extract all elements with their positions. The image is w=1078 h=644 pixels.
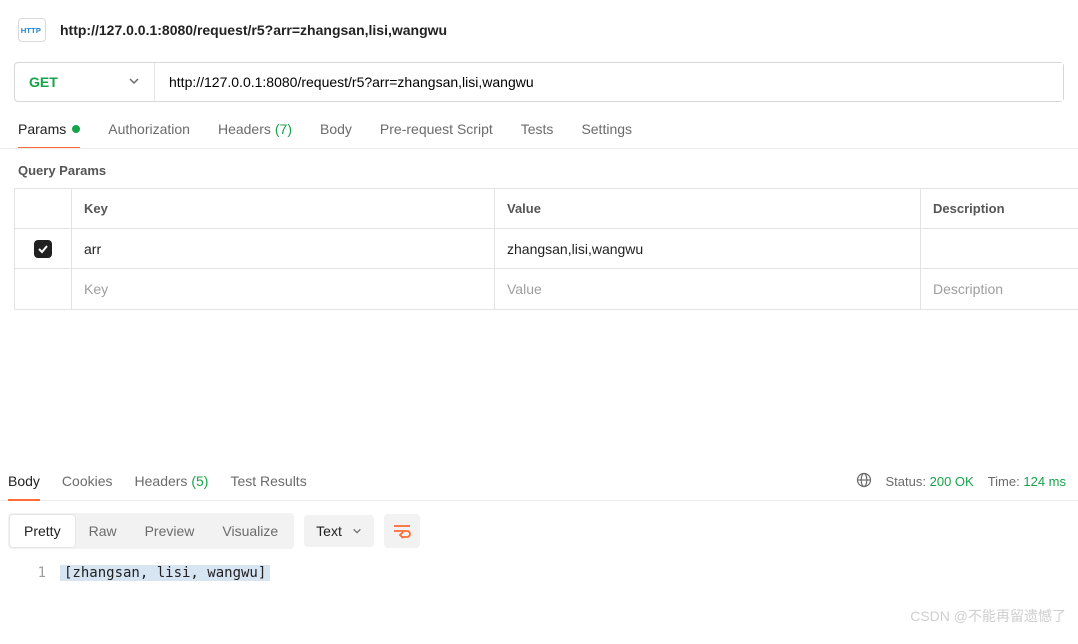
http-icon: HTTP [18, 18, 46, 42]
th-key: Key [72, 189, 495, 228]
time-value: 124 ms [1023, 474, 1066, 489]
tab-tests[interactable]: Tests [521, 121, 554, 149]
watermark: CSDN @不能再留遗憾了 [910, 606, 1066, 626]
globe-icon[interactable] [856, 472, 872, 491]
format-label: Text [316, 523, 342, 539]
tab-settings[interactable]: Settings [581, 121, 632, 149]
new-key-input[interactable]: Key [72, 269, 495, 309]
th-description: Description [921, 189, 1078, 228]
status-block[interactable]: Status: 200 OK [886, 474, 974, 489]
tab-params[interactable]: Params [18, 121, 80, 149]
response-body: 1 [zhangsan, lisi, wangwu] [0, 561, 1078, 585]
tab-prerequest[interactable]: Pre-request Script [380, 121, 493, 149]
new-check [14, 269, 72, 309]
view-visualize-button[interactable]: Visualize [208, 515, 292, 547]
wrap-lines-button[interactable] [384, 514, 420, 548]
chevron-down-icon [128, 74, 140, 90]
response-status: Status: 200 OK Time: 124 ms [856, 472, 1066, 497]
chevron-down-icon [352, 523, 362, 539]
line-number: 1 [0, 565, 60, 581]
row-key[interactable]: arr [72, 229, 495, 268]
resp-tab-body[interactable]: Body [8, 469, 40, 501]
request-url-bar: GET [14, 62, 1064, 102]
status-label: Status: [886, 474, 926, 489]
resp-tab-cookies[interactable]: Cookies [62, 469, 113, 501]
resp-tab-test-results[interactable]: Test Results [230, 469, 306, 501]
tab-body[interactable]: Body [320, 121, 352, 149]
tab-headers-label: Headers [218, 121, 271, 137]
resp-headers-count: (5) [191, 473, 208, 489]
params-active-dot-icon [72, 125, 80, 133]
time-block[interactable]: Time: 124 ms [988, 474, 1066, 489]
table-row-new[interactable]: Key Value Description [14, 269, 1078, 309]
tab-authorization[interactable]: Authorization [108, 121, 190, 149]
row-desc[interactable] [921, 229, 1078, 268]
time-label: Time: [988, 474, 1020, 489]
status-value: 200 OK [930, 474, 974, 489]
svg-text:HTTP: HTTP [21, 26, 41, 35]
th-value: Value [495, 189, 921, 228]
tab-params-label: Params [18, 121, 66, 137]
method-label: GET [29, 74, 58, 90]
query-params-table: Key Value Description arr zhangsan,lisi,… [14, 188, 1078, 310]
request-header-row: HTTP http://127.0.0.1:8080/request/r5?ar… [0, 0, 1078, 58]
view-raw-button[interactable]: Raw [75, 515, 131, 547]
response-view-toolbar: Pretty Raw Preview Visualize Text [0, 501, 1078, 561]
table-header-row: Key Value Description [14, 189, 1078, 229]
headers-count: (7) [275, 121, 292, 137]
resp-headers-label: Headers [135, 473, 188, 489]
row-checkbox-cell[interactable] [14, 229, 72, 268]
spacer [0, 310, 1078, 468]
new-desc-input[interactable]: Description [921, 269, 1078, 309]
th-check [14, 189, 72, 228]
url-input[interactable] [155, 63, 1063, 101]
request-title-url: http://127.0.0.1:8080/request/r5?arr=zha… [60, 22, 447, 38]
response-bar: Body Cookies Headers (5) Test Results St… [0, 468, 1078, 501]
query-params-title: Query Params [0, 149, 1078, 188]
format-select[interactable]: Text [304, 515, 374, 547]
resp-tab-headers[interactable]: Headers (5) [135, 469, 209, 501]
view-mode-segment: Pretty Raw Preview Visualize [8, 513, 294, 549]
code-text: [zhangsan, lisi, wangwu] [60, 565, 270, 581]
request-tabs: Params Authorization Headers (7) Body Pr… [0, 120, 1078, 149]
response-tabs: Body Cookies Headers (5) Test Results [8, 468, 856, 500]
new-value-input[interactable]: Value [495, 269, 921, 309]
checkbox-checked-icon [34, 240, 52, 258]
method-select[interactable]: GET [15, 63, 155, 101]
code-line[interactable]: [zhangsan, lisi, wangwu] [60, 565, 270, 581]
view-pretty-button[interactable]: Pretty [10, 515, 75, 547]
tab-headers[interactable]: Headers (7) [218, 121, 292, 149]
view-preview-button[interactable]: Preview [131, 515, 209, 547]
table-row: arr zhangsan,lisi,wangwu [14, 229, 1078, 269]
row-value[interactable]: zhangsan,lisi,wangwu [495, 229, 921, 268]
